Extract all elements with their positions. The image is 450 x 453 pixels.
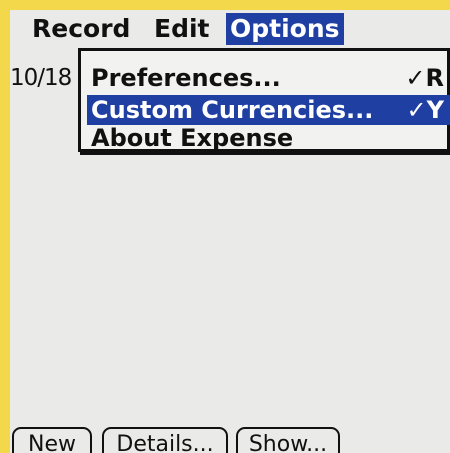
options-dropdown-menu: Preferences... ✓R Custom Currencies... ✓… [78, 48, 450, 152]
menu-item-label: Custom Currencies... [91, 96, 374, 124]
menu-item-label: Preferences... [91, 64, 281, 92]
menu-shortcut: ✓R [405, 64, 444, 92]
menu-item-label: About Expense [91, 124, 294, 152]
menu-edit[interactable]: Edit [150, 13, 214, 45]
menu-bar: Record Edit Options [10, 10, 450, 48]
new-button[interactable]: New [12, 427, 92, 453]
details-button[interactable]: Details... [102, 427, 228, 453]
app-screen: Record Edit Options 10/18 Preferences...… [10, 10, 450, 453]
menu-item-preferences[interactable]: Preferences... ✓R [87, 63, 450, 93]
show-button[interactable]: Show... [236, 427, 340, 453]
menu-shortcut: ✓Y [406, 96, 445, 124]
menu-item-about-expense[interactable]: About Expense [87, 123, 450, 153]
menu-item-custom-currencies[interactable]: Custom Currencies... ✓Y [87, 95, 450, 125]
menu-options[interactable]: Options [226, 13, 344, 45]
menu-record[interactable]: Record [28, 13, 134, 45]
expense-date[interactable]: 10/18 [10, 65, 72, 91]
